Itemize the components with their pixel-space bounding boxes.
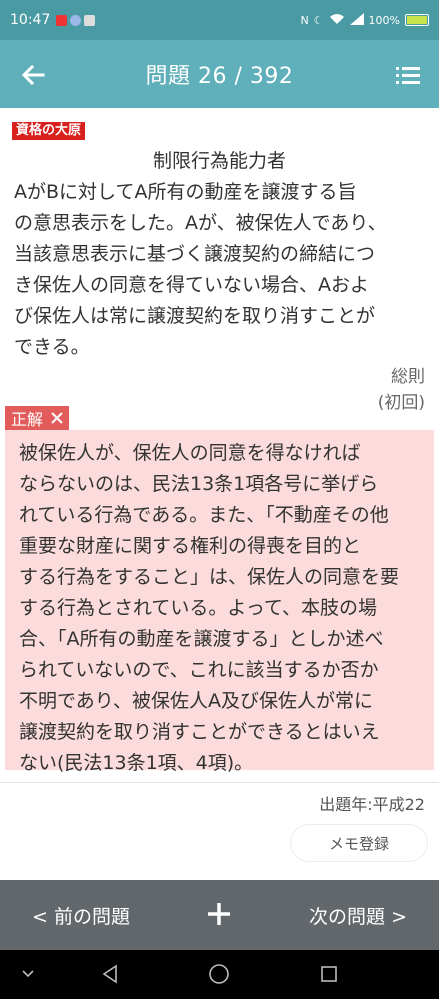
category-label: 総則	[391, 367, 425, 387]
answer-line: 譲渡契約を取り消すことができるとはいえ	[19, 721, 380, 743]
answer-line: 不明であり、被保佐人A及び保佐人が常に	[19, 690, 374, 712]
answer-line: する行為とされている。よって、本肢の場	[19, 597, 377, 619]
back-arrow-icon	[21, 64, 45, 86]
notification-app-icon	[56, 14, 68, 26]
moon-icon: ☾	[313, 13, 324, 27]
system-home-icon[interactable]	[207, 962, 231, 986]
battery-text: 100%	[368, 13, 400, 27]
question-title: 制限行為能力者	[152, 150, 286, 172]
system-chevron-down-icon[interactable]	[16, 962, 40, 986]
brand-logo: 資格の大原	[12, 122, 86, 140]
system-recents-icon[interactable]	[317, 962, 341, 986]
menu-button[interactable]	[393, 60, 423, 90]
answer-line: 被保佐人が、保佐人の同意を得なければ	[19, 442, 361, 464]
answer-result-badge: 正解	[5, 406, 70, 430]
plus-icon	[208, 903, 230, 925]
wifi-icon	[329, 13, 345, 28]
bottom-navigation: < 前の問題 次の問題 >	[0, 880, 439, 950]
question-line: の意思表示をした。Aが、被保佐人であり、	[14, 212, 387, 234]
nfc-icon: N	[300, 13, 309, 27]
question-text: AがBに対してA所有の動産を譲渡する旨 の意思表示をした。Aが、被保佐人であり、…	[14, 177, 428, 363]
status-notification-icons	[56, 14, 96, 26]
prev-question-button[interactable]: < 前の問題	[32, 902, 130, 929]
app-bar: 問題 26 / 392	[0, 40, 439, 108]
next-question-button[interactable]: 次の問題 >	[309, 902, 407, 929]
divider	[0, 782, 439, 783]
signal-icon	[349, 12, 364, 28]
back-button[interactable]	[18, 60, 48, 90]
question-line: 当該意思表示に基づく譲渡契約の締結につ	[14, 243, 376, 265]
exam-year: 出題年:平成22	[319, 795, 425, 814]
answer-line: れている行為である。また、「不動産その他	[19, 504, 389, 526]
status-system-icons: N ☾ 100%	[300, 12, 429, 28]
answer-tag-label: 正解	[11, 410, 44, 429]
answer-line: 合、「A所有の動産を譲渡する」としか述べ	[19, 628, 384, 650]
subcategory-label: (初回)	[377, 393, 425, 413]
status-time: 10:47	[10, 12, 51, 28]
question-line: できる。	[14, 336, 90, 358]
answer-line: ない(民法13条1項、4項)。	[19, 752, 254, 774]
system-navigation-bar	[0, 950, 439, 999]
answer-line: する行為をすること」は、保佐人の同意を要	[19, 566, 400, 588]
answer-line: ならないのは、民法13条1項各号に挙げら	[19, 473, 379, 495]
add-button[interactable]	[203, 894, 235, 934]
question-line: AがBに対してA所有の動産を譲渡する旨	[14, 181, 357, 203]
answer-line: 重要な財産に関する権利の得喪を目的と	[19, 535, 362, 557]
question-line: き保佐人の同意を得ていない場合、Aおよ	[14, 274, 369, 296]
status-bar: 10:47 N ☾ 100%	[0, 0, 439, 40]
memo-register-button[interactable]: メモ登録	[291, 825, 427, 861]
system-back-icon[interactable]	[98, 962, 122, 986]
cross-icon	[51, 412, 63, 424]
answer-explanation: 被保佐人が、保佐人の同意を得なければ ならないのは、民法13条1項各号に挙げら …	[5, 430, 434, 774]
page-title: 問題 26 / 392	[145, 64, 294, 89]
question-content: 資格の大原 制限行為能力者 AがBに対してA所有の動産を譲渡する旨 の意思表示を…	[0, 108, 439, 880]
question-category: 総則 (初回)	[378, 364, 425, 416]
list-menu-icon	[396, 67, 420, 84]
image-notification-icon	[84, 14, 96, 26]
question-line: び保佐人は常に譲渡契約を取り消すことが	[14, 305, 376, 327]
answer-line: られていないので、これに該当するか否か	[19, 659, 379, 681]
battery-icon	[405, 14, 429, 26]
settings-notification-icon	[70, 14, 82, 26]
